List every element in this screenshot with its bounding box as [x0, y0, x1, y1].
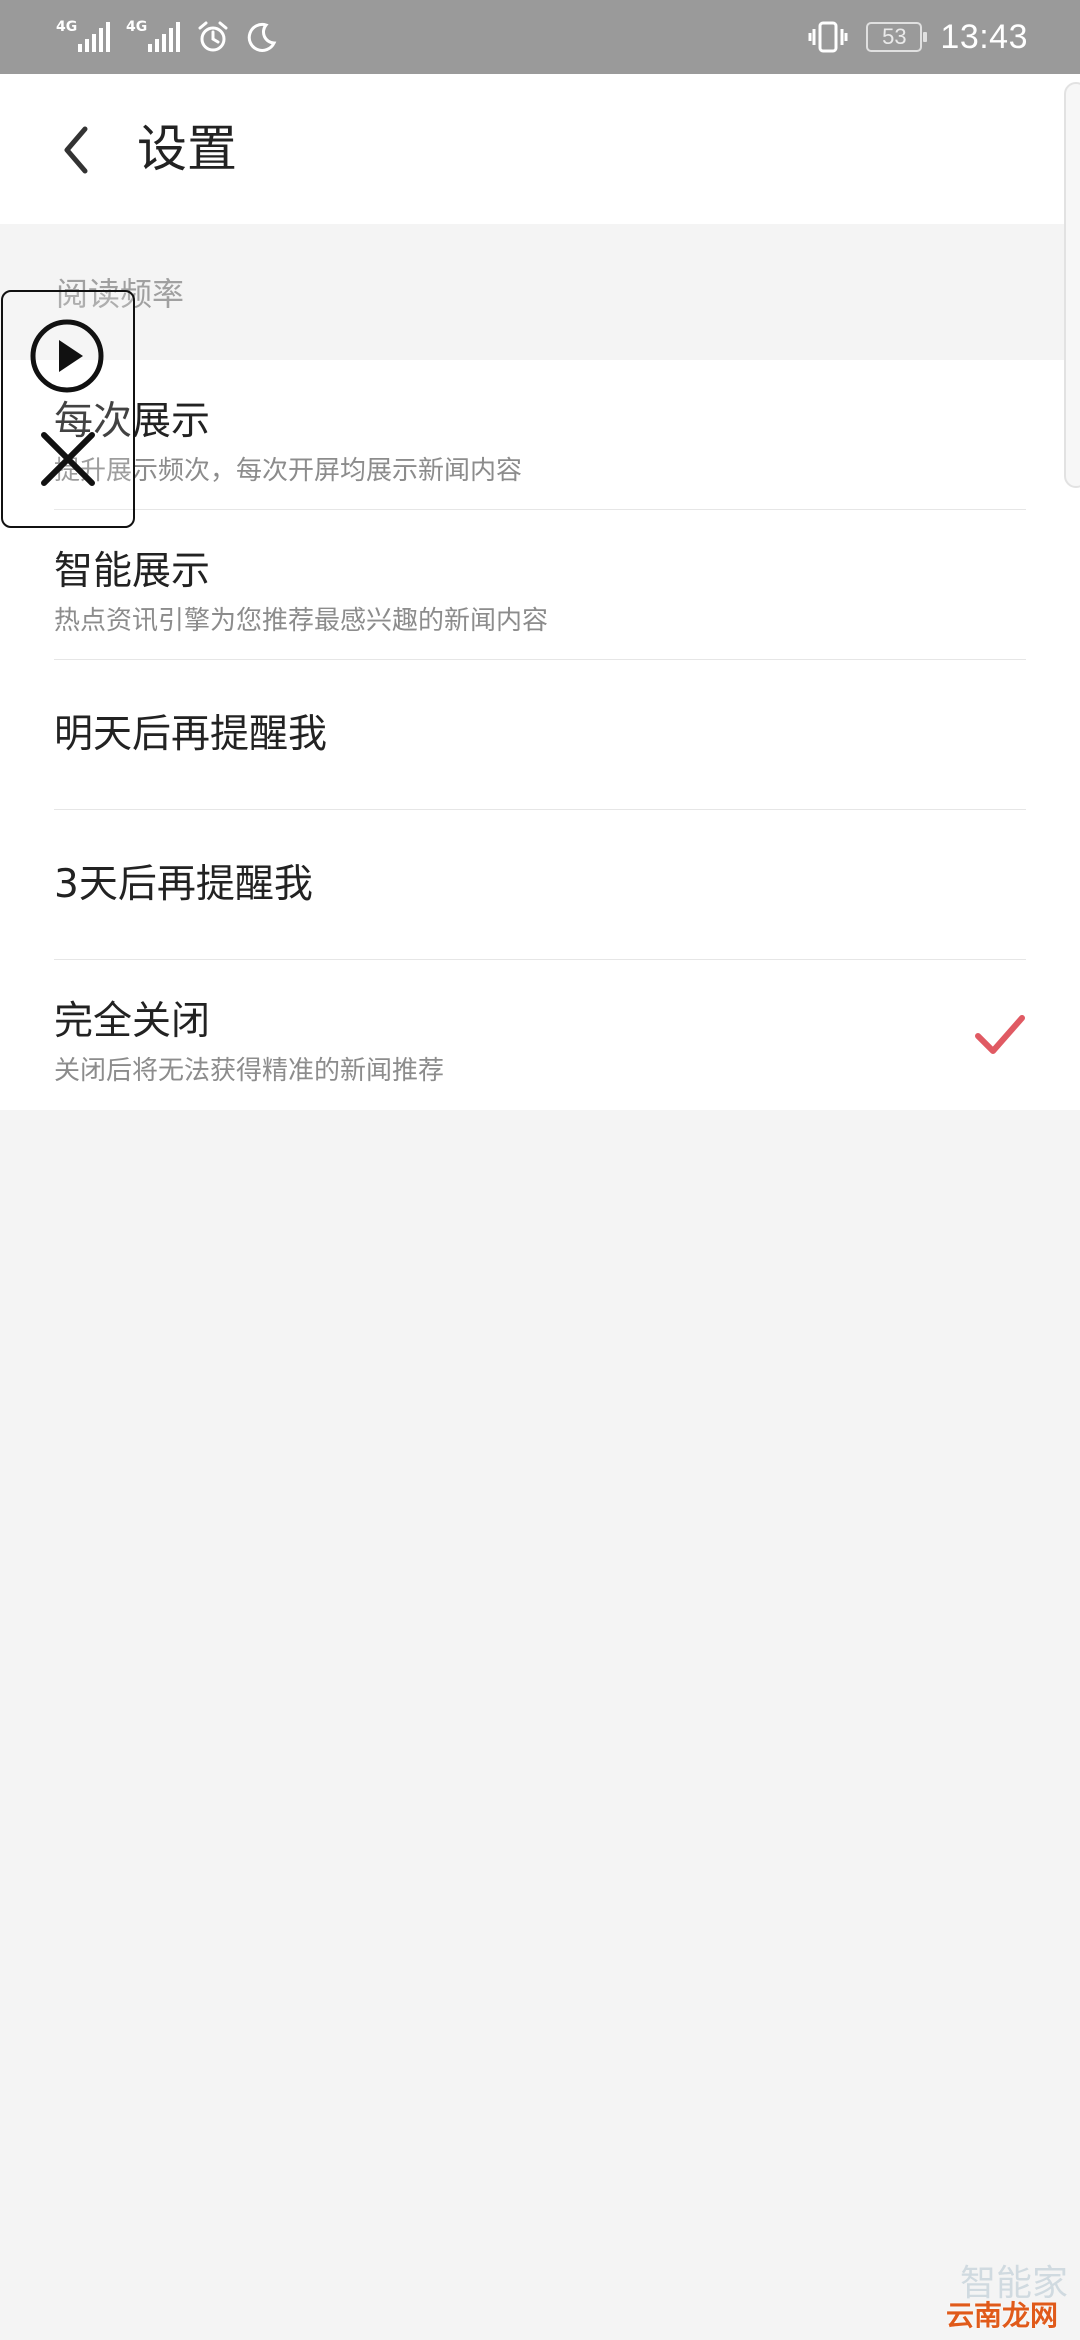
close-icon[interactable] [39, 430, 97, 488]
section-header: 阅读频率 [0, 224, 1080, 360]
network-type: 4G [126, 19, 148, 35]
option-description: 关闭后将无法获得精准的新闻推荐 [54, 1056, 445, 1086]
option-title: 明天后再提醒我 [54, 712, 328, 757]
watermark: 智能家 云南龙网 [946, 2254, 1072, 2334]
option-close-completely[interactable]: 完全关闭 关闭后将无法获得精准的新闻推荐 [54, 960, 1026, 1110]
back-button[interactable] [36, 110, 116, 190]
option-title: 智能展示 [54, 549, 211, 594]
vibrate-icon [808, 21, 848, 53]
signal-icon: 4G [126, 19, 180, 52]
moon-icon [247, 22, 277, 52]
floating-control-panel[interactable] [1, 290, 135, 528]
page-title: 设置 [137, 120, 237, 178]
option-remind-3-days[interactable]: 3天后再提醒我 [54, 810, 1026, 960]
option-list: 每次展示 提升展示频次，每次开屏均展示新闻内容 智能展示 热点资讯引擎为您推荐最… [0, 360, 1080, 1110]
status-left: 4G 4G [56, 0, 278, 74]
option-title: 完全关闭 [54, 999, 211, 1044]
play-icon[interactable] [29, 318, 105, 394]
check-icon [975, 1015, 1025, 1054]
option-every-time[interactable]: 每次展示 提升展示频次，每次开屏均展示新闻内容 [54, 360, 1026, 510]
option-description: 热点资讯引擎为您推荐最感兴趣的新闻内容 [54, 606, 549, 636]
option-smart[interactable]: 智能展示 热点资讯引擎为您推荐最感兴趣的新闻内容 [54, 510, 1026, 660]
battery-level: 53 [882, 24, 907, 49]
title-bar: 设置 [0, 74, 1080, 224]
signal-icon: 4G [56, 19, 110, 52]
battery-icon: 53 [866, 22, 928, 52]
status-bar: 4G 4G 53 13:43 [0, 0, 1080, 74]
option-title: 3天后再提醒我 [54, 862, 313, 907]
clock: 13:43 [940, 17, 1028, 56]
edge-drag-handle[interactable] [1064, 82, 1080, 488]
watermark-bottom: 云南龙网 [945, 2299, 1058, 2332]
status-right: 53 13:43 [808, 0, 1028, 74]
network-type: 4G [56, 19, 78, 35]
option-remind-tomorrow[interactable]: 明天后再提醒我 [54, 660, 1026, 810]
chevron-left-icon [64, 126, 88, 174]
alarm-icon [198, 21, 228, 52]
